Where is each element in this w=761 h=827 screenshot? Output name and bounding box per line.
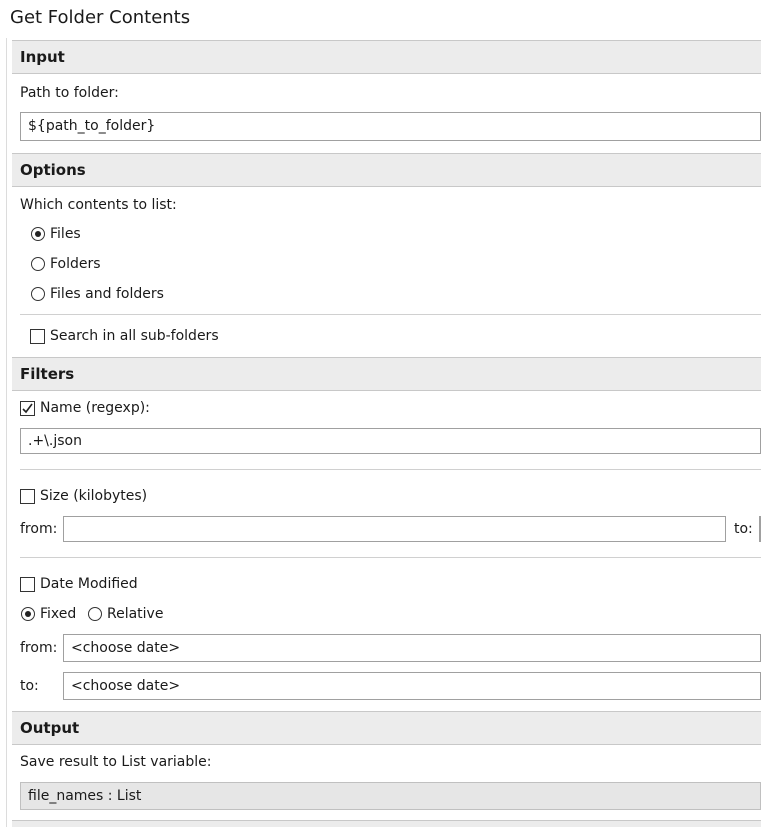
subfolders-checkbox[interactable] (30, 329, 45, 344)
files-and-folders-radio-label[interactable]: Files and folders (50, 286, 164, 302)
input-section-header[interactable]: Input (12, 40, 761, 74)
name-regexp-field[interactable]: .+\.json (20, 428, 761, 454)
size-from-label: from: (20, 521, 58, 537)
files-and-folders-radio[interactable] (31, 287, 45, 301)
name-label[interactable]: Name (regexp): (40, 400, 150, 416)
filters-section-header[interactable]: Filters (12, 357, 761, 391)
input-header-label: Input (20, 48, 65, 66)
size-label[interactable]: Size (kilobytes) (40, 488, 147, 504)
output-header-label: Output (20, 719, 80, 737)
contents-label: Which contents to list: (20, 197, 177, 213)
date-from-value: <choose date> (71, 640, 181, 656)
options-section-header[interactable]: Options (12, 153, 761, 187)
fixed-radio-label[interactable]: Fixed (40, 606, 76, 622)
filters-separator-1 (20, 469, 761, 470)
path-label: Path to folder: (20, 85, 119, 101)
path-field-value: ${path_to_folder} (28, 118, 156, 134)
relative-radio[interactable] (88, 607, 102, 621)
date-modified-label[interactable]: Date Modified (40, 576, 138, 592)
checkmark-icon (22, 403, 33, 414)
window-title: Get Folder Contents (10, 7, 191, 28)
fixed-radio[interactable] (21, 607, 35, 621)
name-regexp-value: .+\.json (28, 433, 82, 449)
date-from-picker[interactable]: <choose date> (63, 634, 761, 662)
files-radio-label[interactable]: Files (50, 226, 81, 242)
size-checkbox[interactable] (20, 489, 35, 504)
date-from-label: from: (20, 640, 58, 656)
filters-separator-2 (20, 557, 761, 558)
options-header-label: Options (20, 161, 86, 179)
filters-header-label: Filters (20, 365, 75, 383)
output-section-header[interactable]: Output (12, 711, 761, 745)
output-variable-field[interactable]: file_names : List (20, 782, 761, 810)
save-result-label: Save result to List variable: (20, 754, 212, 770)
next-section-header-edge (12, 820, 761, 827)
options-separator (20, 314, 761, 315)
folders-radio[interactable] (31, 257, 45, 271)
date-modified-checkbox[interactable] (20, 577, 35, 592)
size-to-label: to: (734, 521, 753, 537)
name-checkbox[interactable] (20, 401, 35, 416)
files-radio[interactable] (31, 227, 45, 241)
date-to-value: <choose date> (71, 678, 181, 694)
relative-radio-label[interactable]: Relative (107, 606, 163, 622)
left-border (6, 38, 7, 827)
date-to-picker[interactable]: <choose date> (63, 672, 761, 700)
subfolders-label[interactable]: Search in all sub-folders (50, 328, 219, 344)
folders-radio-label[interactable]: Folders (50, 256, 101, 272)
output-variable-value: file_names : List (28, 788, 142, 804)
path-field[interactable]: ${path_to_folder} (20, 112, 761, 141)
date-to-label: to: (20, 678, 39, 694)
size-from-field[interactable] (63, 516, 726, 542)
